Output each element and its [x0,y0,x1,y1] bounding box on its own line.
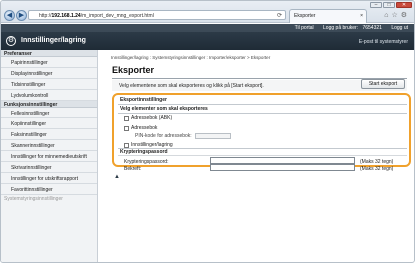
export-settings-title: Eksportinnstillinger [120,97,167,103]
addressbook-label: Adressebok [131,125,158,131]
sidebar-item-time[interactable]: Tidsinnstillinger [1,79,97,90]
divider [118,113,407,114]
home-star-gear-icons[interactable]: ⌂☆⚙ [384,11,410,19]
sidebar-item-common[interactable]: Fellesinnstillinger [1,108,97,119]
maximize-button[interactable]: □ [383,2,395,8]
logout-link[interactable]: Logg ut [391,25,408,31]
start-export-button[interactable]: Start eksport [361,79,405,89]
window-controls: – □ ✕ [370,2,412,8]
page-title: Eksporter [112,65,155,75]
addressbook-checkbox[interactable]: Adressebok [124,125,157,131]
back-to-top-icon[interactable]: ▲ [114,174,120,180]
instruction-text: Velg elementene som skal eksporteres og … [119,83,264,89]
portal-link[interactable]: Til portal [295,25,314,31]
sidebar-item-printer[interactable]: Skrivarinnstillinger [1,162,97,173]
sidebar-item-memory-media[interactable]: Innstillinger for minnemedieutskrift [1,151,97,163]
minimize-button[interactable]: – [370,2,382,8]
sidebar-item-volume[interactable]: Lydvolumkontroll [1,90,97,101]
forward-button[interactable]: ▶ [16,10,27,21]
browser-tab[interactable]: Eksporter × [289,9,367,23]
confirm-password-input[interactable] [210,164,355,171]
divider [118,104,407,105]
logged-in-user: 7654321 [362,25,382,31]
checkbox-box[interactable] [124,115,129,121]
pin-label: PIN-kode for adressebok: [135,133,192,139]
sidebar-item-fax[interactable]: Faksinnstillinger [1,129,97,141]
address-url: http://192.168.1.24/m_import_dev_mng_exp… [39,13,154,19]
refresh-icon[interactable]: ⟳ [277,12,282,19]
max-chars-hint: (Maks 32 tegn) [360,166,394,172]
close-window-button[interactable]: ✕ [396,2,412,8]
sidebar-item-favorites[interactable]: Favorittinnstillinger [1,184,97,195]
pin-input [195,133,231,139]
settings-logo-icon: ⚙ [6,36,16,46]
confirm-password-label: Bekreft: [124,166,142,172]
sidebar-item-display[interactable]: Displayinnstillinger [1,68,97,79]
sidebar-item-copy[interactable]: Kopiinnstillinger [1,118,97,130]
sidebar-item-print-report[interactable]: Innstillinger for utskriftsrapport [1,173,97,184]
top-links-bar: Til portal Logg på bruker: 7654321 Logg … [1,24,414,32]
breadcrumb: Innstillinger/lagring : Systemstyringsin… [111,55,271,60]
tab-title: Eksporter [294,13,316,19]
address-bar[interactable]: http://192.168.1.24/m_import_dev_mng_exp… [28,10,286,20]
main-content: Innstillinger/lagring : Systemstyringsin… [99,50,414,262]
tab-close-icon[interactable]: × [360,13,363,19]
export-settings-panel: Eksportinnstillinger Velg elementer som … [117,97,408,172]
checkbox-box[interactable] [124,125,129,131]
sidebar: Preferanser Papirinnstillinger Displayin… [1,50,98,262]
app-header: ⚙ Innstillinger/lagring E-post til syste… [1,32,414,50]
sidebar-section-system[interactable]: Systemstyringsinnstillinger [1,195,97,202]
sidebar-item-scanner[interactable]: Skannerinnstillinger [1,140,97,152]
browser-window: – □ ✕ ◀ ▶ http://192.168.1.24/m_import_d… [0,0,415,263]
select-items-heading: Velg elementer som skal eksporteres [120,106,208,112]
addressbook-abk-label: Adressebok (ABK) [131,115,173,121]
sidebar-item-paper[interactable]: Papirinnstillinger [1,57,97,68]
checkbox-box[interactable] [124,142,129,148]
email-admin-link[interactable]: E-post til systemstyrer [359,39,408,45]
logged-in-label: Logg på bruker: [323,25,359,31]
addressbook-abk-checkbox[interactable]: Adressebok (ABK) [124,115,172,121]
sidebar-section-preferences: Preferanser [1,50,97,57]
back-button[interactable]: ◀ [4,10,15,21]
app-title: Innstillinger/lagring [21,37,86,44]
confirm-password-row: Bekreft: (Maks 32 tegn) [118,163,407,173]
browser-toolbar: – □ ✕ ◀ ▶ http://192.168.1.24/m_import_d… [1,1,414,23]
sidebar-section-functions: Funksjonsinnstillinger [1,100,97,108]
